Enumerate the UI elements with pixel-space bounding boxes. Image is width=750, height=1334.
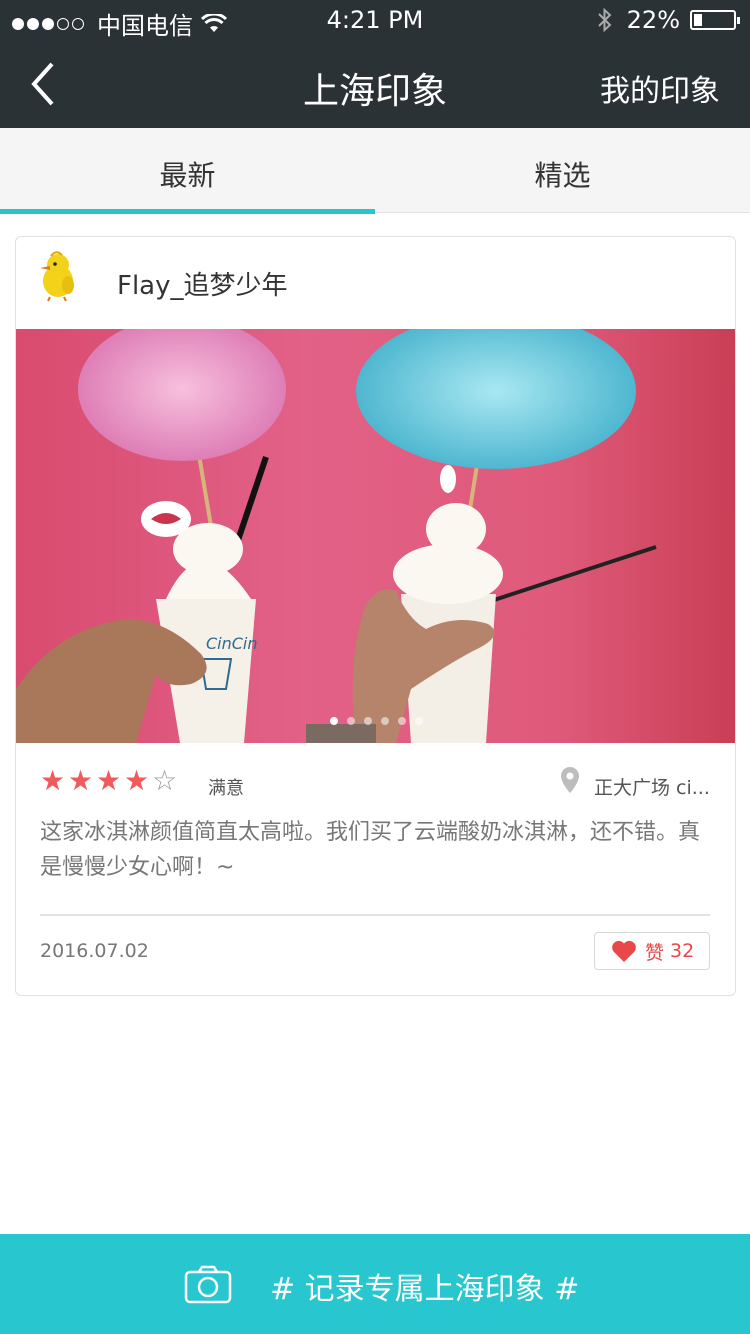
- bluetooth-icon: [597, 7, 612, 33]
- tab-bar: 最新 精选: [0, 128, 750, 214]
- post-photo[interactable]: CinCin: [16, 329, 735, 743]
- star-filled-icon: ★: [40, 764, 66, 797]
- star-filled-icon: ★: [68, 764, 94, 797]
- star-filled-icon: ★: [124, 764, 150, 797]
- pagination-dot[interactable]: [364, 717, 372, 725]
- pagination-dot[interactable]: [415, 717, 423, 725]
- pagination-dot[interactable]: [330, 717, 338, 725]
- pagination-dot[interactable]: [381, 717, 389, 725]
- camera-icon: [184, 1265, 232, 1304]
- post-card[interactable]: Flay_追梦少年 CinCin ★ ★ ★ ★ ☆ 满意 正大广场 ci...…: [15, 236, 736, 996]
- username[interactable]: Flay_追梦少年: [117, 265, 288, 302]
- record-impression-button[interactable]: # 记录专属上海印象 #: [0, 1234, 750, 1334]
- location-pin-icon: [561, 767, 579, 793]
- rating-text: 满意: [208, 778, 244, 799]
- battery-icon: [690, 10, 740, 30]
- like-count: 32: [670, 940, 695, 962]
- pagination-dot[interactable]: [347, 717, 355, 725]
- rating-stars: ★ ★ ★ ★ ☆: [40, 767, 180, 795]
- like-button[interactable]: 赞 32: [594, 932, 710, 970]
- battery-percent: 22%: [626, 6, 680, 34]
- heart-icon: [612, 940, 636, 962]
- avatar[interactable]: [38, 251, 80, 305]
- my-impressions-button[interactable]: 我的印象: [600, 66, 720, 110]
- star-empty-icon: ☆: [152, 764, 178, 797]
- tab-latest[interactable]: 最新: [0, 128, 375, 214]
- pagination-dot[interactable]: [398, 717, 406, 725]
- like-label: 赞: [645, 941, 665, 964]
- post-header: Flay_追梦少年: [16, 237, 735, 329]
- svg-text:CinCin: CinCin: [206, 634, 258, 653]
- review-text: 这家冰淇淋颜值简直太高啦。我们买了云端酸奶冰淇淋，还不错。真是慢慢少女心啊！~: [40, 820, 701, 880]
- status-bar: 中国电信 4:21 PM 22%: [0, 0, 750, 40]
- tab-featured[interactable]: 精选: [375, 128, 750, 213]
- star-filled-icon: ★: [96, 764, 122, 797]
- nav-bar: 上海印象 我的印象: [0, 40, 750, 128]
- post-date: 2016.07.02: [40, 940, 149, 962]
- location-label[interactable]: 正大广场 ci...: [594, 773, 724, 800]
- photo-pagination: [16, 717, 735, 725]
- ice-cream-photo: CinCin: [16, 329, 735, 743]
- post-meta: ★ ★ ★ ★ ☆ 满意 正大广场 ci...: [16, 743, 735, 819]
- divider: [40, 914, 710, 916]
- record-impression-label: # 记录专属上海印象 #: [270, 1272, 580, 1307]
